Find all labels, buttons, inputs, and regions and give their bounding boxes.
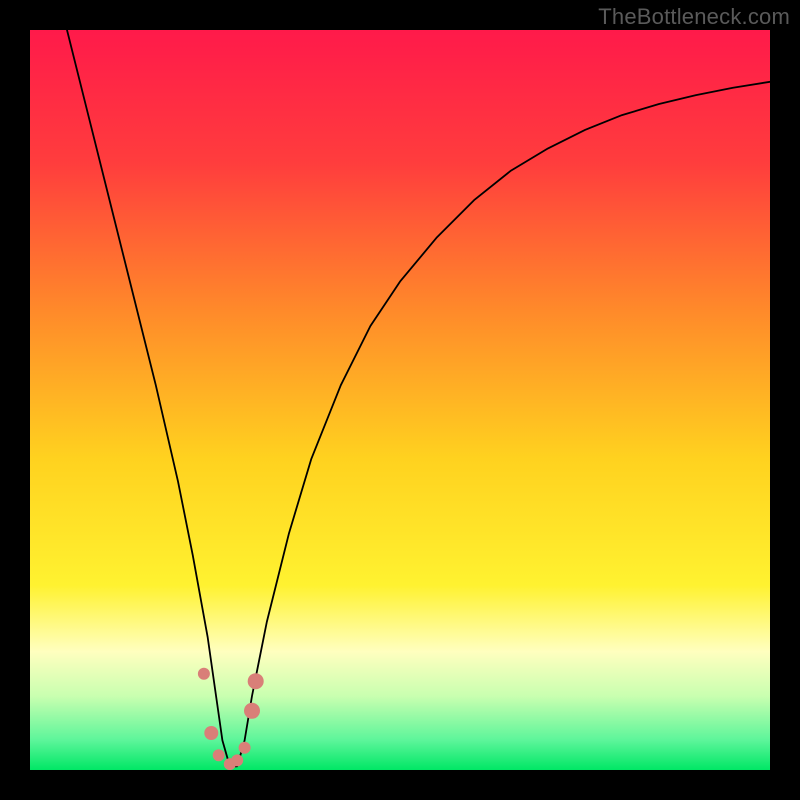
chart-frame: TheBottleneck.com (0, 0, 800, 800)
data-marker (248, 673, 264, 689)
watermark-text: TheBottleneck.com (598, 4, 790, 30)
data-marker (231, 754, 243, 766)
data-marker (213, 749, 225, 761)
bottleneck-chart-svg (30, 30, 770, 770)
data-marker (239, 742, 251, 754)
plot-area (30, 30, 770, 770)
data-marker (198, 668, 210, 680)
data-marker (204, 726, 218, 740)
data-marker (244, 703, 260, 719)
gradient-background (30, 30, 770, 770)
